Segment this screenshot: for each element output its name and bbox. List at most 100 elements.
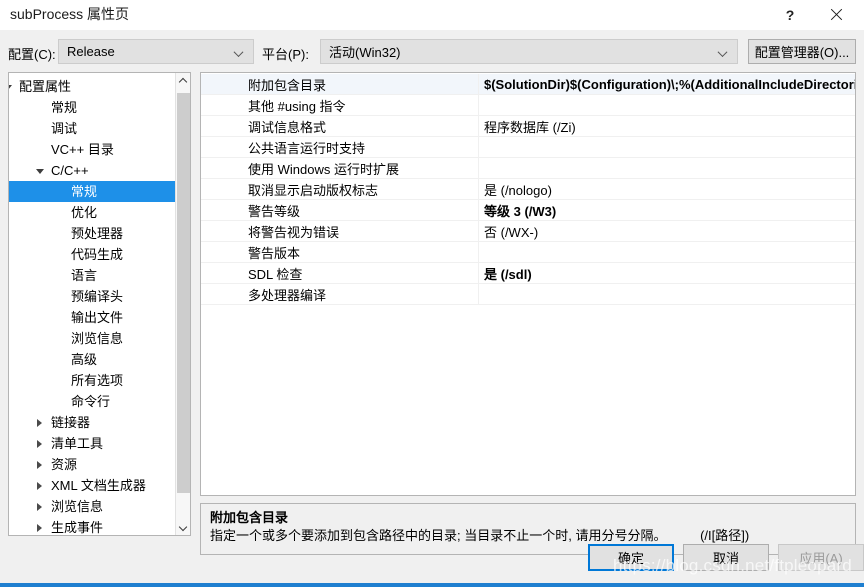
platform-label: 平台(P): <box>262 44 309 63</box>
property-name: 多处理器编译 <box>201 285 478 304</box>
tree-item[interactable]: 代码生成 <box>9 244 176 265</box>
triangle-right-icon[interactable] <box>37 461 44 468</box>
tree-item-label: 配置属性 <box>19 79 71 94</box>
property-name: 警告等级 <box>201 201 478 220</box>
tree-item[interactable]: 生成事件 <box>9 517 176 536</box>
dialog-body: 配置(C): Release 平台(P): 活动(Win32) 配置管理器(O)… <box>0 30 864 583</box>
window-title: subProcess 属性页 <box>10 4 129 24</box>
close-glyph <box>829 8 843 22</box>
tree-item-label: 常规 <box>71 184 97 199</box>
scroll-up-button[interactable] <box>176 73 191 90</box>
cancel-button[interactable]: 取消 <box>683 544 769 571</box>
tree-item-label: 浏览信息 <box>51 499 103 514</box>
platform-dropdown-value: 活动(Win32) <box>321 42 401 61</box>
tree-item[interactable]: 浏览信息 <box>9 328 176 349</box>
property-value[interactable]: $(SolutionDir)$(Configuration)\;%(Additi… <box>479 77 855 92</box>
tree-item[interactable]: 优化 <box>9 202 176 223</box>
property-row[interactable]: 将警告视为错误否 (/WX-) <box>201 221 855 242</box>
tree-item-label: XML 文档生成器 <box>51 478 146 493</box>
property-tree[interactable]: 配置属性常规调试VC++ 目录C/C++常规优化预处理器代码生成语言预编译头输出… <box>9 76 176 536</box>
property-row[interactable]: 多处理器编译 <box>201 284 855 305</box>
tree-item-label: 语言 <box>71 268 97 283</box>
tree-item[interactable]: 链接器 <box>9 412 176 433</box>
tree-item[interactable]: 预处理器 <box>9 223 176 244</box>
platform-dropdown[interactable]: 活动(Win32) <box>320 39 738 64</box>
tree-item[interactable]: 输出文件 <box>9 307 176 328</box>
ok-button[interactable]: 确定 <box>588 544 674 571</box>
configuration-manager-button[interactable]: 配置管理器(O)... <box>748 39 856 64</box>
property-value[interactable]: 是 (/nologo) <box>479 180 855 199</box>
tree-item-label: 资源 <box>51 457 77 472</box>
bottom-strip <box>0 583 864 587</box>
tree-item-label: 调试 <box>51 121 77 136</box>
property-row[interactable]: 警告等级等级 3 (/W3) <box>201 200 855 221</box>
tree-item-label: 链接器 <box>51 415 90 430</box>
tree-item-label: 清单工具 <box>51 436 103 451</box>
property-row[interactable]: 调试信息格式程序数据库 (/Zi) <box>201 116 855 137</box>
property-value[interactable]: 等级 3 (/W3) <box>479 201 855 220</box>
property-name: 取消显示启动版权标志 <box>201 180 478 199</box>
tree-item-label: 代码生成 <box>71 247 123 262</box>
tree-item-label: 预处理器 <box>71 226 123 241</box>
tree-item[interactable]: 语言 <box>9 265 176 286</box>
property-row[interactable]: 警告版本 <box>201 242 855 263</box>
column-divider[interactable] <box>478 95 479 115</box>
triangle-right-icon[interactable] <box>37 440 44 447</box>
tree-item[interactable]: 常规 <box>9 97 176 118</box>
column-divider[interactable] <box>478 284 479 304</box>
tree-item-label: 优化 <box>71 205 97 220</box>
help-icon[interactable]: ? <box>770 0 810 30</box>
tree-item-label: C/C++ <box>51 163 89 178</box>
description-switch: (/I[路径]) <box>700 526 749 545</box>
triangle-down-icon[interactable] <box>37 167 44 174</box>
tree-item[interactable]: 配置属性 <box>9 76 176 97</box>
column-divider[interactable] <box>478 137 479 157</box>
property-row[interactable]: 公共语言运行时支持 <box>201 137 855 158</box>
apply-button[interactable]: 应用(A) <box>778 544 864 571</box>
property-name: 其他 #using 指令 <box>201 96 478 115</box>
property-row[interactable]: 其他 #using 指令 <box>201 95 855 116</box>
property-row[interactable]: 附加包含目录$(SolutionDir)$(Configuration)\;%(… <box>201 74 855 95</box>
column-divider[interactable] <box>478 158 479 178</box>
triangle-right-icon[interactable] <box>37 503 44 510</box>
column-divider[interactable] <box>478 242 479 262</box>
chevron-up-icon <box>180 78 187 85</box>
property-grid[interactable]: 附加包含目录$(SolutionDir)$(Configuration)\;%(… <box>201 74 855 305</box>
tree-item[interactable]: 所有选项 <box>9 370 176 391</box>
property-value[interactable]: 是 (/sdl) <box>479 264 855 283</box>
triangle-right-icon[interactable] <box>37 419 44 426</box>
tree-item-label: 命令行 <box>71 394 110 409</box>
scroll-down-button[interactable] <box>176 518 191 535</box>
tree-item[interactable]: 浏览信息 <box>9 496 176 517</box>
property-row[interactable]: 取消显示启动版权标志是 (/nologo) <box>201 179 855 200</box>
description-text: 指定一个或多个要添加到包含路径中的目录; 当目录不止一个时, 请用分号分隔。 (… <box>210 526 846 545</box>
tree-scrollbar[interactable] <box>175 73 190 535</box>
tree-item[interactable]: VC++ 目录 <box>9 139 176 160</box>
property-value[interactable]: 否 (/WX-) <box>479 222 855 241</box>
title-bar: subProcess 属性页 ? <box>0 0 864 30</box>
property-tree-pane: 配置属性常规调试VC++ 目录C/C++常规优化预处理器代码生成语言预编译头输出… <box>8 72 191 536</box>
tree-item[interactable]: 调试 <box>9 118 176 139</box>
triangle-right-icon[interactable] <box>37 482 44 489</box>
tree-item[interactable]: 命令行 <box>9 391 176 412</box>
property-name: SDL 检查 <box>201 264 478 283</box>
triangle-down-icon[interactable] <box>8 83 12 90</box>
tree-item[interactable]: XML 文档生成器 <box>9 475 176 496</box>
property-name: 将警告视为错误 <box>201 222 478 241</box>
tree-item[interactable]: 资源 <box>9 454 176 475</box>
property-grid-pane: 附加包含目录$(SolutionDir)$(Configuration)\;%(… <box>200 72 856 496</box>
configuration-dropdown[interactable]: Release <box>58 39 254 64</box>
property-value[interactable]: 程序数据库 (/Zi) <box>479 117 855 136</box>
tree-item[interactable]: C/C++ <box>9 160 176 181</box>
property-row[interactable]: 使用 Windows 运行时扩展 <box>201 158 855 179</box>
triangle-right-icon[interactable] <box>37 524 44 531</box>
property-name: 警告版本 <box>201 243 478 262</box>
tree-item[interactable]: 高级 <box>9 349 176 370</box>
scrollbar-thumb[interactable] <box>177 93 190 493</box>
tree-item-label: 高级 <box>71 352 97 367</box>
tree-item[interactable]: 清单工具 <box>9 433 176 454</box>
tree-item[interactable]: 常规 <box>9 181 176 202</box>
property-row[interactable]: SDL 检查是 (/sdl) <box>201 263 855 284</box>
close-icon[interactable] <box>816 0 856 30</box>
tree-item[interactable]: 预编译头 <box>9 286 176 307</box>
